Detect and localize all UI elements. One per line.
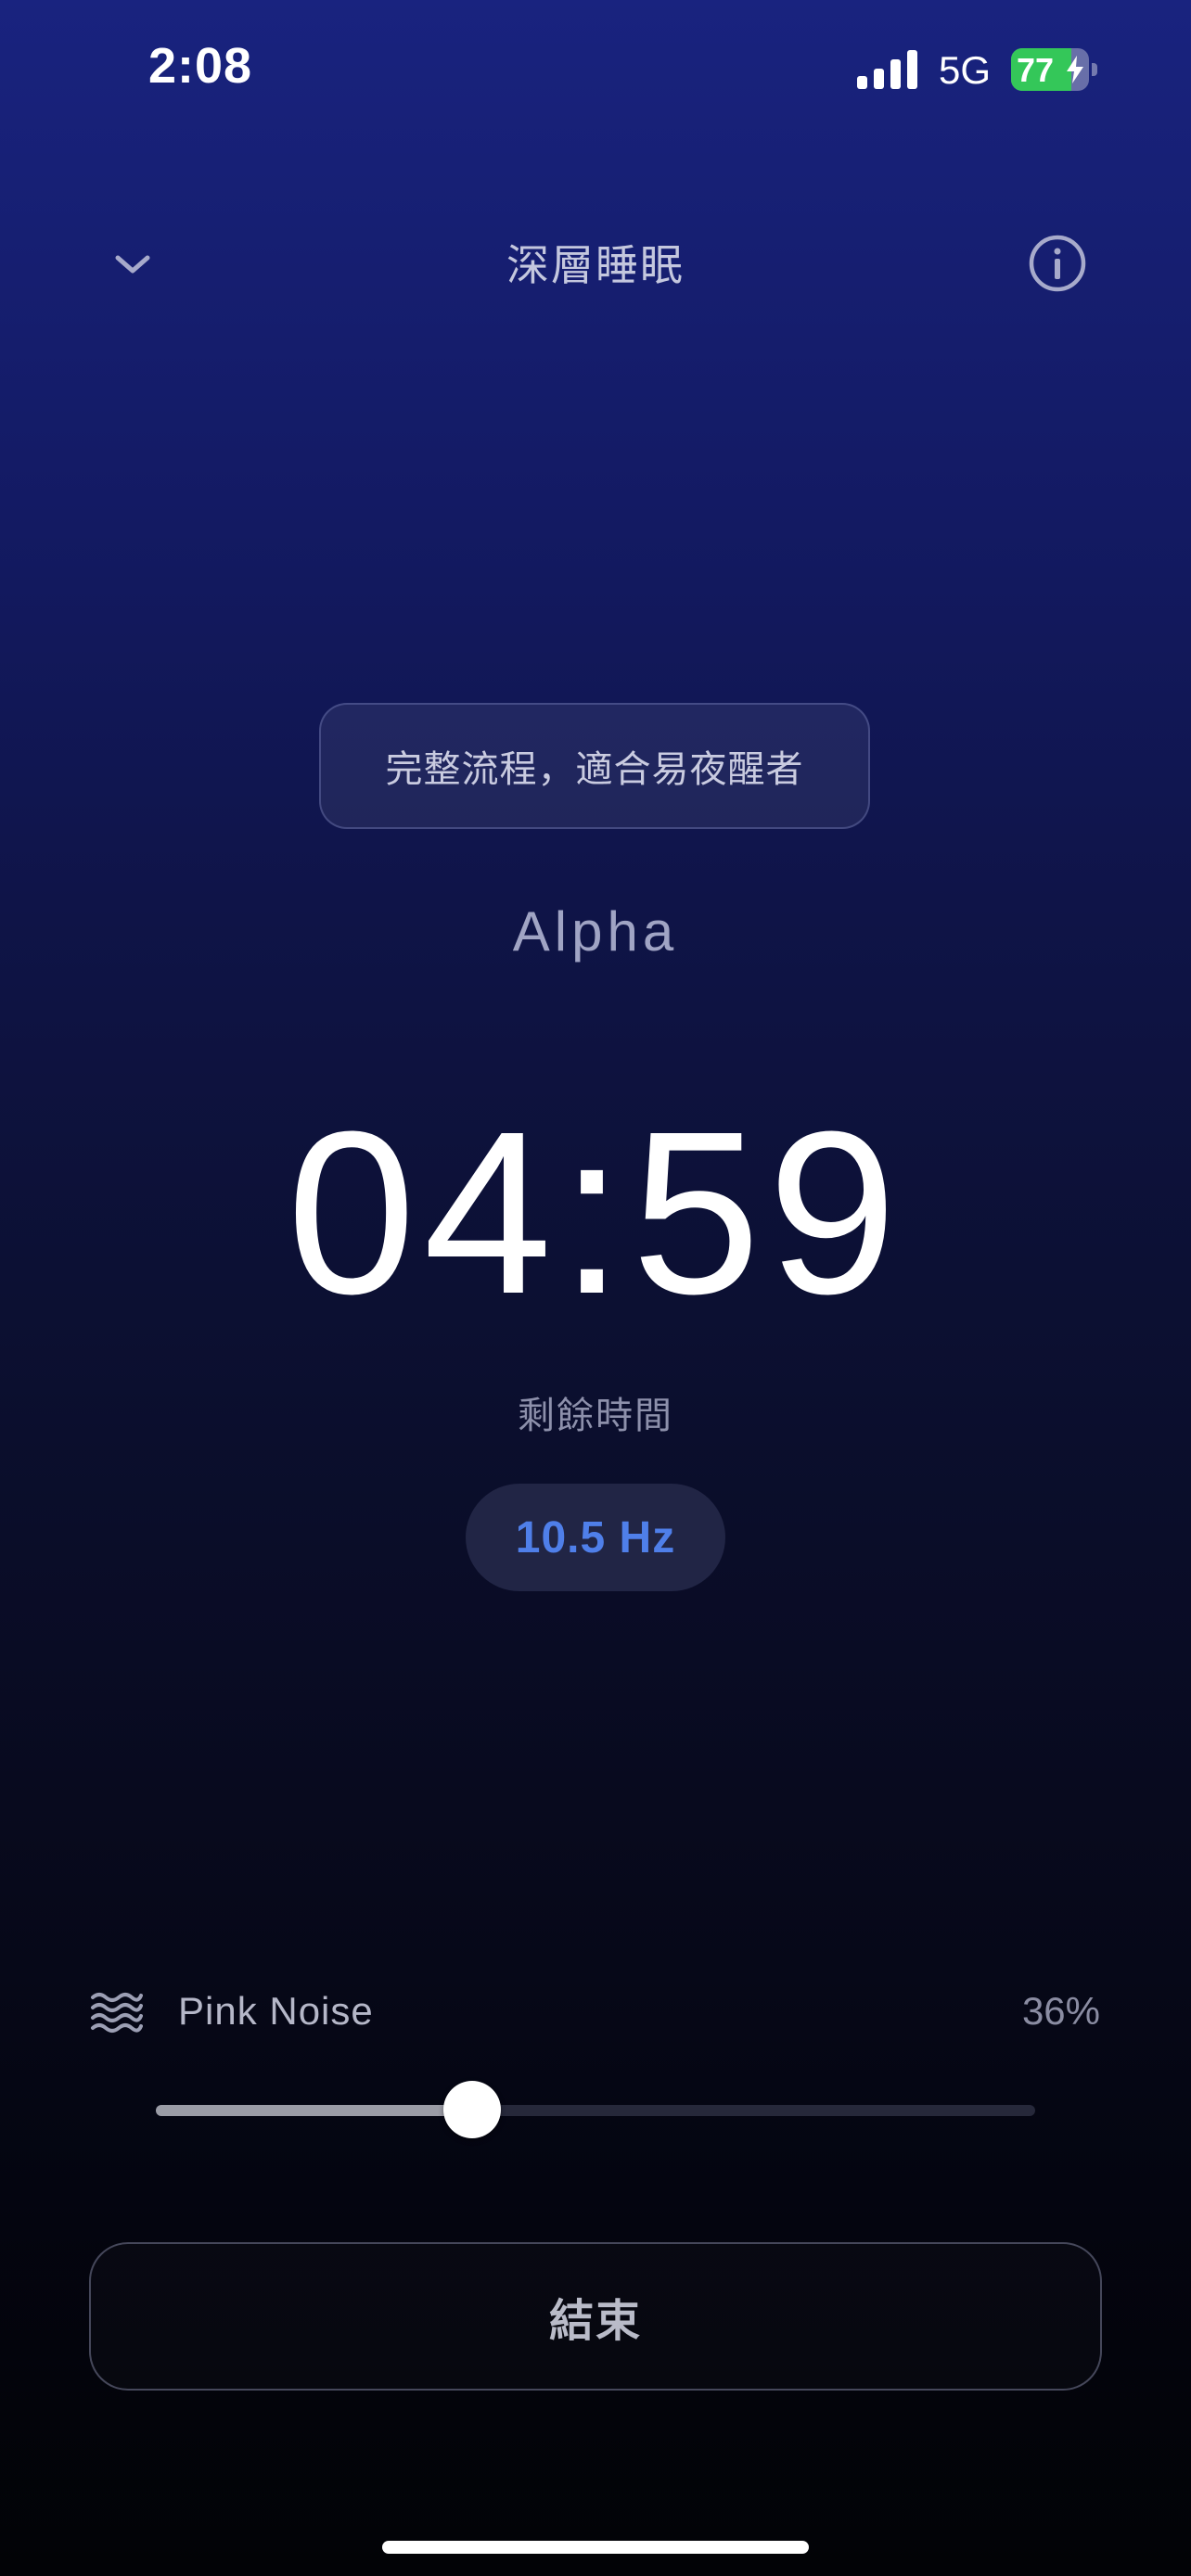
noise-volume-slider[interactable] <box>156 2077 1035 2142</box>
page-title: 深層睡眠 <box>506 240 685 290</box>
home-indicator <box>382 2541 809 2554</box>
battery-percent: 77 <box>1017 51 1055 89</box>
waves-icon <box>91 1993 143 2033</box>
status-time: 2:08 <box>148 38 253 94</box>
status-bar: 2:08 5G 77 <box>0 0 1191 139</box>
noise-volume-percent: 36% <box>1021 1989 1100 2033</box>
battery-cap <box>1092 63 1097 76</box>
network-label: 5G <box>939 48 992 92</box>
battery-indicator: 77 <box>1011 48 1100 91</box>
countdown-seconds: 59 <box>631 1083 904 1342</box>
bolt-icon <box>1067 56 1083 83</box>
signal-bars-icon <box>857 50 917 89</box>
frequency-badge: 10.5 Hz <box>466 1484 725 1591</box>
remaining-time-label: 剩餘時間 <box>518 1395 673 1437</box>
countdown-separator: : <box>559 1083 632 1342</box>
session-description: 完整流程，適合易夜醒者 <box>319 703 870 829</box>
countdown-minutes: 04 <box>287 1083 560 1342</box>
end-session-button[interactable]: 結束 <box>89 2242 1102 2391</box>
slider-thumb[interactable] <box>443 2081 501 2138</box>
countdown-timer: 04:59 <box>0 1074 1191 1352</box>
wave-name: Alpha <box>512 900 679 963</box>
slider-fill <box>156 2105 472 2116</box>
noise-label: Pink Noise <box>178 1989 374 2033</box>
info-circle-icon[interactable] <box>1026 232 1089 295</box>
